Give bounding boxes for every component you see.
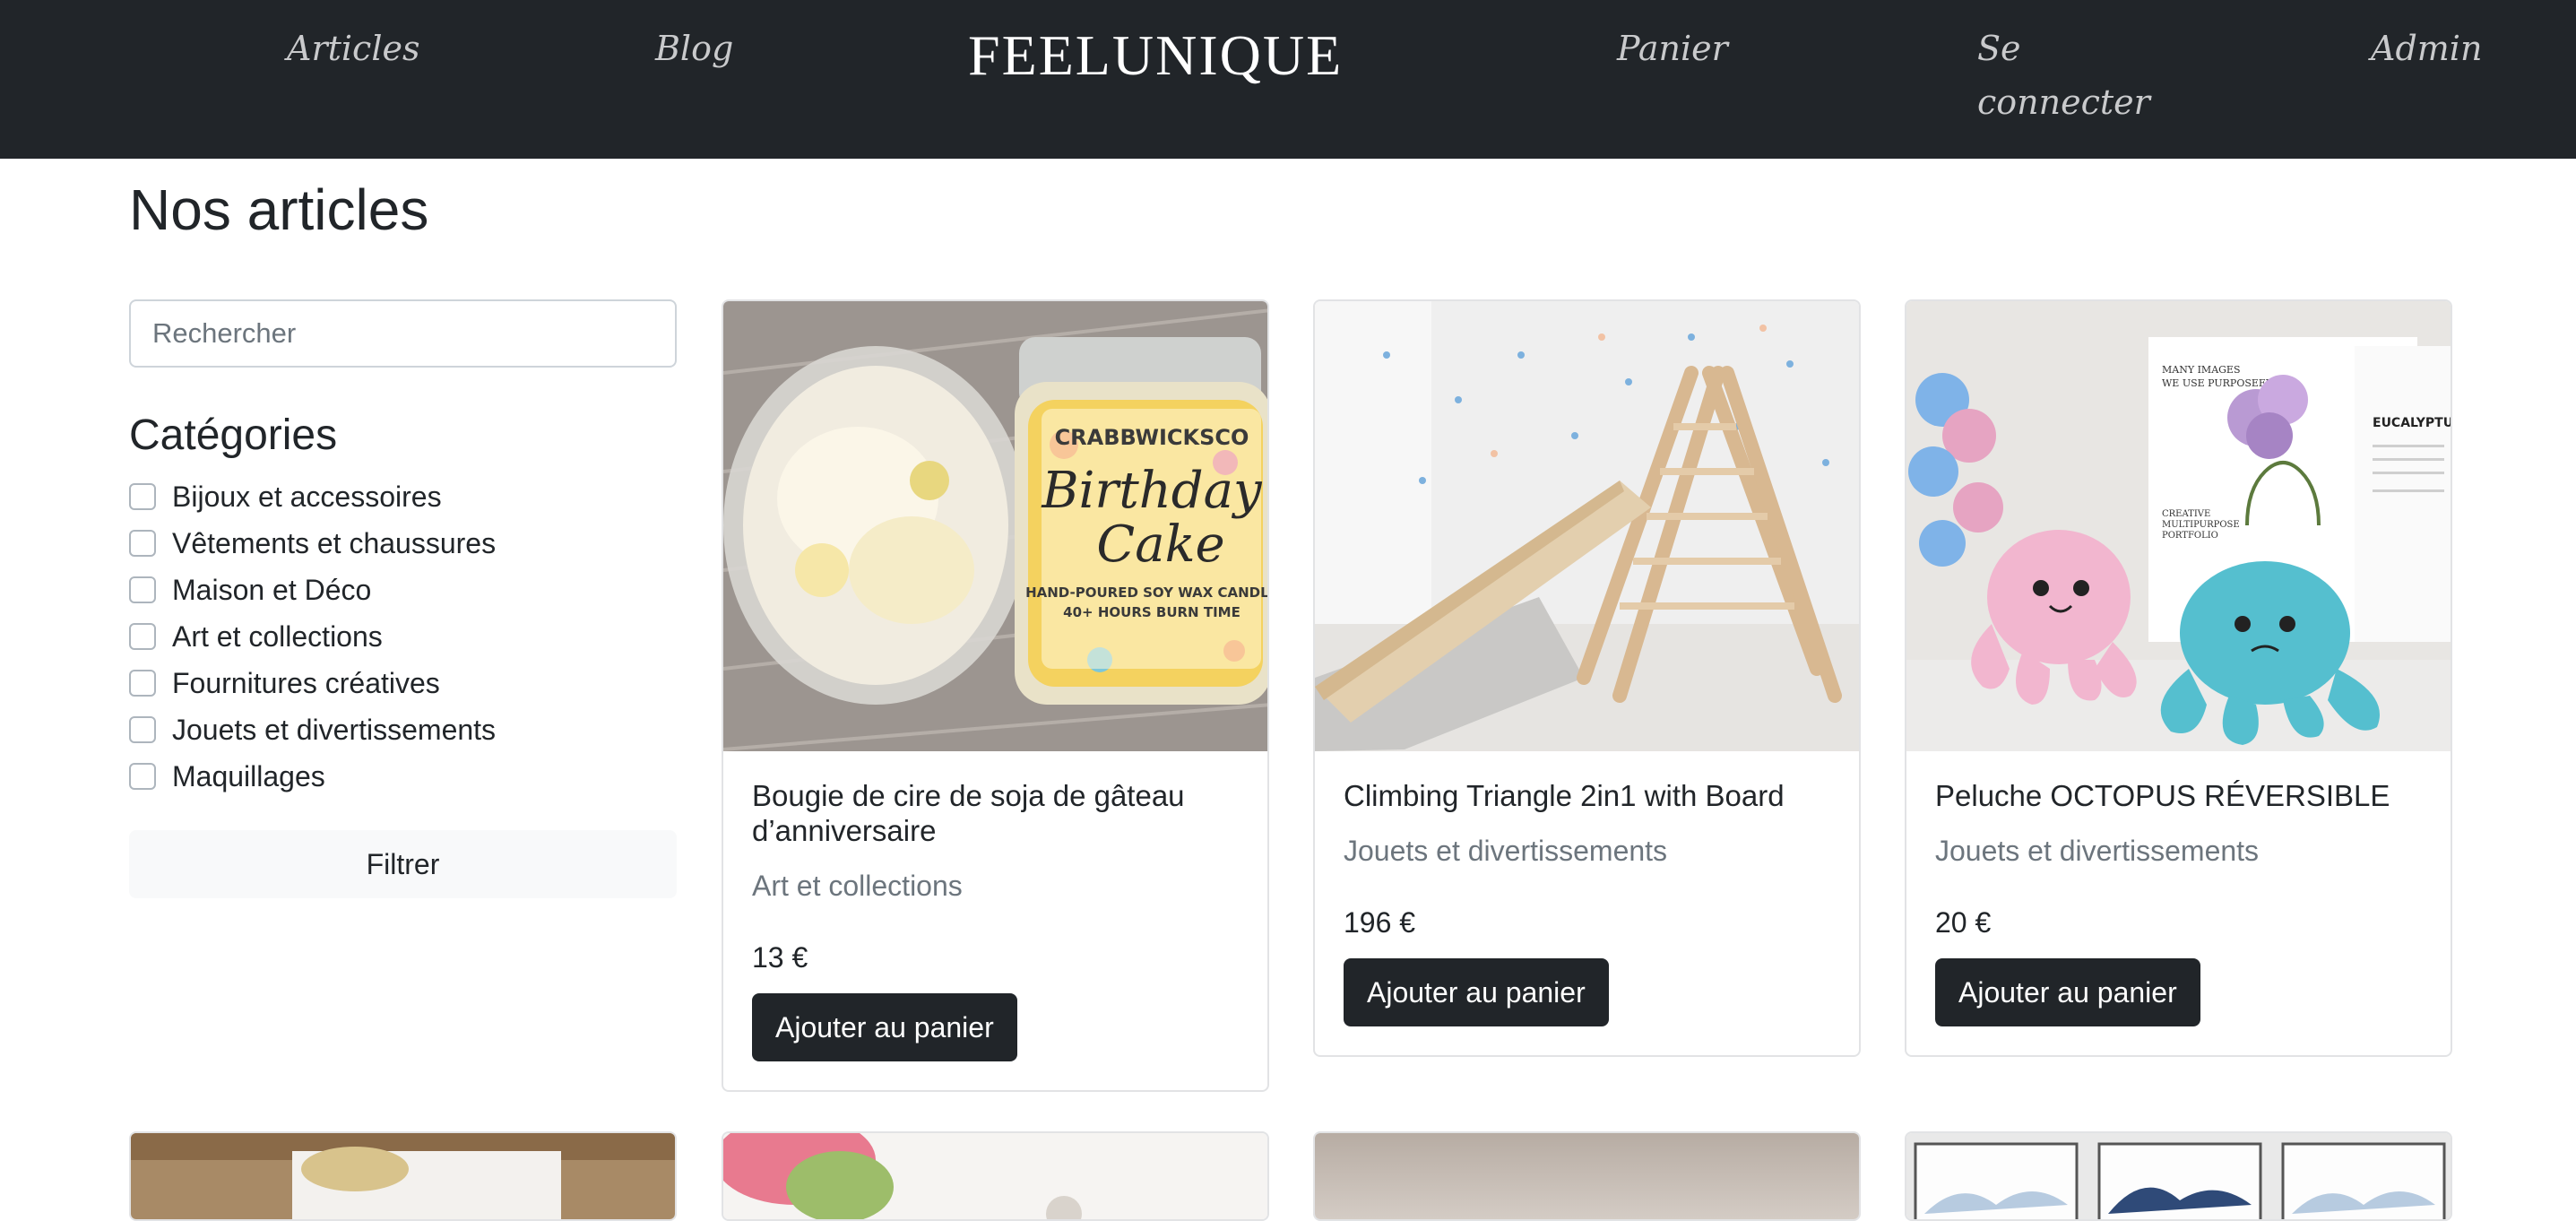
product-title[interactable]: Climbing Triangle 2in1 with Board [1344, 778, 1830, 813]
category-label: Vêtements et chaussures [172, 527, 497, 559]
product-image-climbing-triangle[interactable] [1315, 301, 1859, 751]
product-card: Climbing Triangle 2in1 with Board Jouets… [1313, 299, 1861, 1057]
category-label: Maquillages [172, 760, 325, 792]
nav-link-admin[interactable]: Admin [2371, 22, 2482, 75]
category-checkbox[interactable] [129, 716, 156, 743]
filter-button[interactable]: Filtrer [129, 830, 677, 898]
category-option-art[interactable]: Art et collections [129, 613, 496, 660]
product-card-body: Peluche OCTOPUS RÉVERSIBLE Jouets et div… [1906, 751, 2451, 1055]
candle-sub-text-2: 40+ HOURS BURN TIME [1063, 604, 1240, 620]
category-checkbox[interactable] [129, 576, 156, 603]
product-card-partial[interactable] [129, 1131, 677, 1221]
category-checkbox[interactable] [129, 483, 156, 510]
product-category: Art et collections [752, 870, 963, 902]
product-title[interactable]: Bougie de cire de soja de gâteau d’anniv… [752, 778, 1239, 848]
add-to-cart-button[interactable]: Ajouter au panier [1344, 958, 1609, 1026]
book-text-1: MANY IMAGES [2162, 364, 2241, 376]
category-option-vetements[interactable]: Vêtements et chaussures [129, 520, 496, 567]
category-option-jouets[interactable]: Jouets et divertissements [129, 706, 496, 753]
category-label: Fournitures créatives [172, 667, 440, 699]
product-title[interactable]: Peluche OCTOPUS RÉVERSIBLE [1935, 778, 2422, 813]
category-checkbox[interactable] [129, 670, 156, 697]
product-price: 20 € [1935, 906, 1992, 939]
product-image-octopus[interactable]: MANY IMAGES WE USE PURPOSEFULLY CREATIVE… [1906, 301, 2451, 751]
book-text-4: MULTIPURPOSE [2162, 520, 2240, 530]
category-checkbox[interactable] [129, 623, 156, 650]
nav-link-articles[interactable]: Articles [287, 22, 419, 75]
product-card: MANY IMAGES WE USE PURPOSEFULLY CREATIVE… [1905, 299, 2452, 1057]
category-checkbox[interactable] [129, 530, 156, 557]
category-checkbox[interactable] [129, 763, 156, 790]
product-card-body: Climbing Triangle 2in1 with Board Jouets… [1315, 751, 1859, 1055]
product-card-body: Bougie de cire de soja de gâteau d’anniv… [723, 751, 1267, 1090]
product-image-candle[interactable]: CRABBWICKSCO Birthday Cake HAND-POURED S… [723, 301, 1267, 751]
candle-brand-text: CRABBWICKSCO [1055, 425, 1249, 450]
book-text-6: EUCALYPTU [2373, 416, 2451, 430]
candle-name-text-1: Birthday [1041, 462, 1263, 520]
categories-heading: Catégories [129, 411, 338, 459]
category-filter-list: Bijoux et accessoires Vêtements et chaus… [129, 473, 496, 800]
add-to-cart-button[interactable]: Ajouter au panier [752, 993, 1017, 1061]
category-option-bijoux[interactable]: Bijoux et accessoires [129, 473, 496, 520]
product-card-partial[interactable] [722, 1131, 1269, 1221]
top-navbar: Articles Blog FEELUNIQUE Panier Se conne… [0, 0, 2576, 159]
product-category: Jouets et divertissements [1935, 835, 2260, 867]
product-card-partial[interactable] [1313, 1131, 1861, 1221]
category-option-maquillages[interactable]: Maquillages [129, 753, 496, 800]
category-label: Jouets et divertissements [172, 714, 497, 746]
category-label: Art et collections [172, 620, 383, 653]
product-category: Jouets et divertissements [1344, 835, 1668, 867]
product-card-partial[interactable] [1905, 1131, 2452, 1221]
brand-logo[interactable]: FEELUNIQUE [968, 20, 1343, 91]
add-to-cart-button[interactable]: Ajouter au panier [1935, 958, 2200, 1026]
page-title: Nos articles [129, 178, 429, 242]
category-option-maison[interactable]: Maison et Déco [129, 567, 496, 613]
search-input[interactable] [129, 299, 677, 368]
category-option-fournitures[interactable]: Fournitures créatives [129, 660, 496, 706]
book-text-3: CREATIVE [2162, 509, 2210, 519]
candle-name-text-2: Cake [1096, 515, 1224, 574]
product-price: 196 € [1344, 906, 1416, 939]
category-label: Bijoux et accessoires [172, 481, 442, 513]
product-price: 13 € [752, 941, 808, 974]
product-card: CRABBWICKSCO Birthday Cake HAND-POURED S… [722, 299, 1269, 1092]
category-label: Maison et Déco [172, 574, 372, 606]
book-text-5: PORTFOLIO [2162, 531, 2218, 541]
nav-link-blog[interactable]: Blog [655, 22, 733, 75]
nav-link-panier[interactable]: Panier [1617, 22, 1728, 75]
nav-link-se-connecter[interactable]: Se connecter [1977, 22, 2157, 129]
candle-sub-text-1: HAND-POURED SOY WAX CANDLE [1025, 585, 1267, 601]
